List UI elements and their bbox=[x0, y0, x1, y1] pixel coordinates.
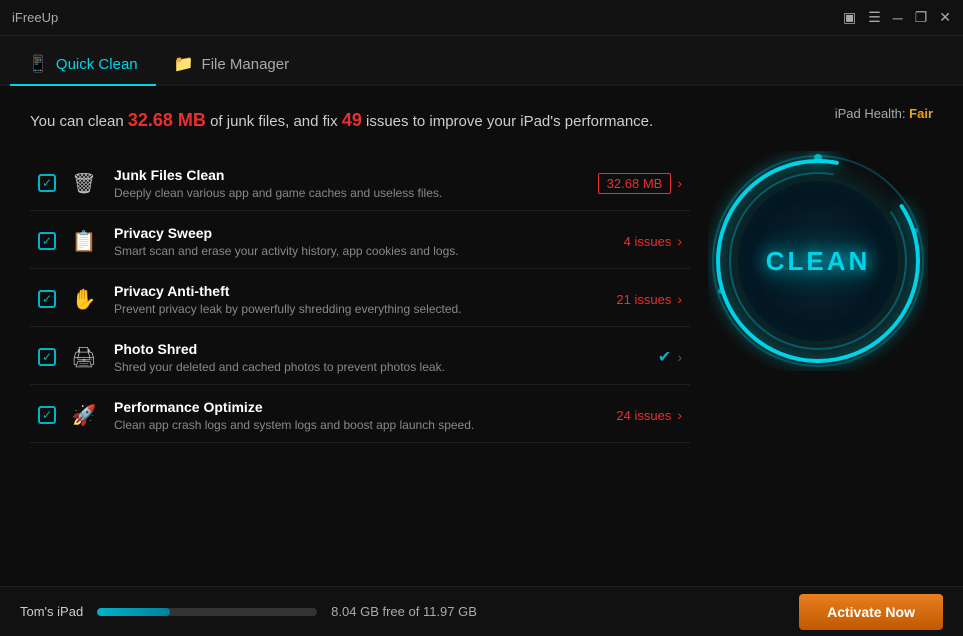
privacy-antitheft-issues: 21 issues bbox=[616, 292, 671, 307]
privacy-sweep-desc: Smart scan and erase your activity histo… bbox=[114, 244, 572, 258]
summary-prefix: You can clean bbox=[30, 113, 128, 130]
junk-files-checkbox[interactable]: ✓ bbox=[38, 174, 56, 192]
device-name: Tom's iPad bbox=[20, 604, 83, 619]
clean-ring-outer: CLEAN bbox=[708, 151, 928, 371]
performance-optimize-issues: 24 issues bbox=[616, 408, 671, 423]
app-title: iFreeUp bbox=[12, 10, 58, 25]
quick-clean-tab-icon: 📱 bbox=[28, 54, 48, 74]
minimize-icon[interactable]: ─ bbox=[893, 10, 903, 26]
summary-middle: of junk files, and fix bbox=[206, 113, 342, 130]
photo-shred-text: Photo Shred Shred your deleted and cache… bbox=[114, 341, 572, 374]
titlebar: iFreeUp ▣ ☰ ─ ❐ ✕ bbox=[0, 0, 963, 36]
clean-button-container: CLEAN bbox=[703, 146, 933, 376]
ipad-health: iPad Health: Fair bbox=[835, 106, 933, 121]
item-photo-shred: ✓ 🖨 Photo Shred Shred your deleted and c… bbox=[30, 331, 690, 385]
junk-files-icon: 🗑 bbox=[68, 167, 100, 199]
storage-text: 8.04 GB free of 11.97 GB bbox=[331, 604, 785, 619]
performance-optimize-text: Performance Optimize Clean app crash log… bbox=[114, 399, 572, 432]
storage-progress-bar bbox=[97, 608, 317, 616]
privacy-antitheft-arrow: › bbox=[677, 291, 682, 307]
photo-shred-title: Photo Shred bbox=[114, 341, 572, 357]
ipad-health-label: iPad Health: bbox=[835, 106, 906, 121]
privacy-antitheft-checkbox[interactable]: ✓ bbox=[38, 290, 56, 308]
issues-count: 49 bbox=[342, 110, 362, 130]
photo-shred-check-icon: ✔ bbox=[658, 347, 671, 367]
privacy-sweep-icon: 📋 bbox=[68, 225, 100, 257]
privacy-sweep-title: Privacy Sweep bbox=[114, 225, 572, 241]
file-manager-tab-label: File Manager bbox=[202, 56, 290, 73]
privacy-antitheft-text: Privacy Anti-theft Prevent privacy leak … bbox=[114, 283, 572, 316]
item-privacy-antitheft: ✓ ✋ Privacy Anti-theft Prevent privacy l… bbox=[30, 273, 690, 327]
summary-suffix: issues to improve your iPad's performanc… bbox=[362, 113, 653, 130]
photo-shred-desc: Shred your deleted and cached photos to … bbox=[114, 360, 572, 374]
junk-files-arrow: › bbox=[677, 175, 682, 191]
junk-size: 32.68 MB bbox=[128, 110, 206, 130]
privacy-sweep-arrow: › bbox=[677, 233, 682, 249]
photo-shred-checkbox[interactable]: ✓ bbox=[38, 348, 56, 366]
items-list: ✓ 🗑 Junk Files Clean Deeply clean variou… bbox=[30, 157, 690, 443]
activate-button[interactable]: Activate Now bbox=[799, 594, 943, 630]
performance-optimize-value[interactable]: 24 issues › bbox=[572, 407, 682, 423]
tab-file-manager[interactable]: 📁 File Manager bbox=[156, 44, 307, 84]
quick-clean-tab-label: Quick Clean bbox=[56, 56, 138, 73]
clean-button[interactable]: CLEAN bbox=[738, 181, 898, 341]
privacy-antitheft-desc: Prevent privacy leak by powerfully shred… bbox=[114, 302, 572, 316]
photo-shred-arrow: › bbox=[677, 349, 682, 365]
performance-optimize-desc: Clean app crash logs and system logs and… bbox=[114, 418, 572, 432]
privacy-antitheft-title: Privacy Anti-theft bbox=[114, 283, 572, 299]
privacy-antitheft-icon: ✋ bbox=[68, 283, 100, 315]
privacy-sweep-value[interactable]: 4 issues › bbox=[572, 233, 682, 249]
photo-shred-value[interactable]: ✔ › bbox=[572, 347, 682, 367]
clean-button-label: CLEAN bbox=[766, 246, 871, 277]
performance-optimize-title: Performance Optimize bbox=[114, 399, 572, 415]
junk-files-title: Junk Files Clean bbox=[114, 167, 572, 183]
menu-icon[interactable]: ☰ bbox=[868, 9, 881, 26]
privacy-sweep-text: Privacy Sweep Smart scan and erase your … bbox=[114, 225, 572, 258]
file-manager-tab-icon: 📁 bbox=[174, 54, 194, 74]
main-content: iPad Health: Fair You can clean 32.68 MB… bbox=[0, 86, 963, 586]
photo-shred-icon: 🖨 bbox=[68, 341, 100, 373]
tab-quick-clean[interactable]: 📱 Quick Clean bbox=[10, 44, 156, 86]
device-icon[interactable]: ▣ bbox=[843, 9, 856, 26]
privacy-sweep-checkbox[interactable]: ✓ bbox=[38, 232, 56, 250]
junk-files-text: Junk Files Clean Deeply clean various ap… bbox=[114, 167, 572, 200]
summary-text: You can clean 32.68 MB of junk files, an… bbox=[30, 106, 933, 135]
performance-optimize-checkbox[interactable]: ✓ bbox=[38, 406, 56, 424]
storage-progress-fill bbox=[97, 608, 170, 616]
item-performance-optimize: ✓ 🚀 Performance Optimize Clean app crash… bbox=[30, 389, 690, 443]
privacy-sweep-issues: 4 issues bbox=[624, 234, 672, 249]
close-icon[interactable]: ✕ bbox=[939, 9, 951, 26]
ipad-health-status: Fair bbox=[909, 106, 933, 121]
statusbar: Tom's iPad 8.04 GB free of 11.97 GB Acti… bbox=[0, 586, 963, 636]
tabbar: 📱 Quick Clean 📁 File Manager bbox=[0, 36, 963, 86]
junk-files-desc: Deeply clean various app and game caches… bbox=[114, 186, 572, 200]
performance-optimize-arrow: › bbox=[677, 407, 682, 423]
item-junk-files: ✓ 🗑 Junk Files Clean Deeply clean variou… bbox=[30, 157, 690, 211]
window-controls: ▣ ☰ ─ ❐ ✕ bbox=[843, 9, 951, 26]
performance-optimize-icon: 🚀 bbox=[68, 399, 100, 431]
privacy-antitheft-value[interactable]: 21 issues › bbox=[572, 291, 682, 307]
restore-icon[interactable]: ❐ bbox=[915, 9, 928, 26]
item-privacy-sweep: ✓ 📋 Privacy Sweep Smart scan and erase y… bbox=[30, 215, 690, 269]
junk-files-value[interactable]: 32.68 MB › bbox=[572, 173, 682, 194]
junk-files-size: 32.68 MB bbox=[598, 173, 672, 194]
